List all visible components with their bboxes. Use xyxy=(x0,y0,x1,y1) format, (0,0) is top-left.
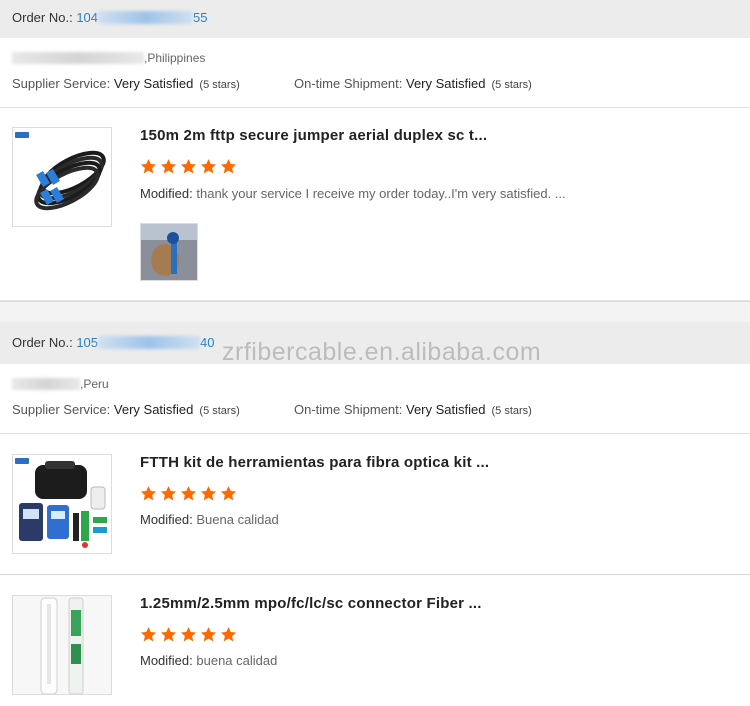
review-photo[interactable] xyxy=(140,223,198,281)
star-icon xyxy=(200,627,217,642)
divider xyxy=(0,574,750,575)
star-icon xyxy=(200,486,217,501)
divider xyxy=(0,107,750,108)
review-text: Modified: buena calidad xyxy=(140,653,278,668)
buyer-location: ,Philippines xyxy=(12,51,205,65)
star-icon xyxy=(140,627,157,642)
star-icon xyxy=(160,486,177,501)
product-thumbnail-jumper[interactable] xyxy=(12,127,112,227)
supplier-service-rating: Supplier Service: Very Satisfied (5 stars… xyxy=(12,76,240,91)
star-icon xyxy=(200,159,217,174)
order-number[interactable]: 105 40 xyxy=(76,335,214,350)
divider xyxy=(0,433,750,434)
redacted-order-digits xyxy=(98,336,201,349)
star-icon xyxy=(160,159,177,174)
buyer-photo-image xyxy=(141,224,197,280)
product-title[interactable]: FTTH kit de herramientas para fibra opti… xyxy=(140,454,489,471)
star-icon xyxy=(180,159,197,174)
item-rating-stars xyxy=(140,158,237,176)
star-icon xyxy=(220,627,237,642)
buyer-location: ,Peru xyxy=(12,377,109,391)
order-separator xyxy=(0,301,750,322)
order-number-row: Order No.: 104 55 xyxy=(12,10,207,25)
star-icon xyxy=(180,486,197,501)
review-text: Modified: Buena calidad xyxy=(140,512,279,527)
product-title[interactable]: 1.25mm/2.5mm mpo/fc/lc/sc connector Fibe… xyxy=(140,595,482,612)
star-icon xyxy=(180,627,197,642)
order-label: Order No.: xyxy=(12,10,73,25)
fiber-cable-coil-image xyxy=(15,132,106,211)
supplier-service-rating: Supplier Service: Very Satisfied (5 stars… xyxy=(12,402,240,417)
product-thumbnail-toolkit[interactable] xyxy=(12,454,112,554)
order-number-row: Order No.: 105 40 xyxy=(12,335,214,350)
star-icon xyxy=(140,486,157,501)
order-number[interactable]: 104 55 xyxy=(76,10,207,25)
item-rating-stars xyxy=(140,626,237,644)
product-thumbnail-cleaner-pen[interactable] xyxy=(12,595,112,695)
item-rating-stars xyxy=(140,485,237,503)
order-header: Order No.: 104 55 xyxy=(0,0,750,38)
redacted-buyer-name xyxy=(12,378,80,390)
star-icon xyxy=(160,627,177,642)
fiber-cleaner-pen-image xyxy=(13,596,111,694)
redacted-order-digits xyxy=(98,11,194,24)
order-label: Order No.: xyxy=(12,335,73,350)
star-icon xyxy=(220,159,237,174)
shipment-rating: On-time Shipment: Very Satisfied (5 stars… xyxy=(294,402,532,417)
redacted-buyer-name xyxy=(12,52,144,64)
review-text: Modified: thank your service I receive m… xyxy=(140,186,566,201)
product-title[interactable]: 150m 2m fttp secure jumper aerial duplex… xyxy=(140,127,487,144)
shipment-rating: On-time Shipment: Very Satisfied (5 stars… xyxy=(294,76,532,91)
watermark: zrfibercable.en.alibaba.com xyxy=(222,338,542,366)
star-icon xyxy=(220,486,237,501)
fiber-toolkit-image xyxy=(15,458,107,548)
star-icon xyxy=(140,159,157,174)
